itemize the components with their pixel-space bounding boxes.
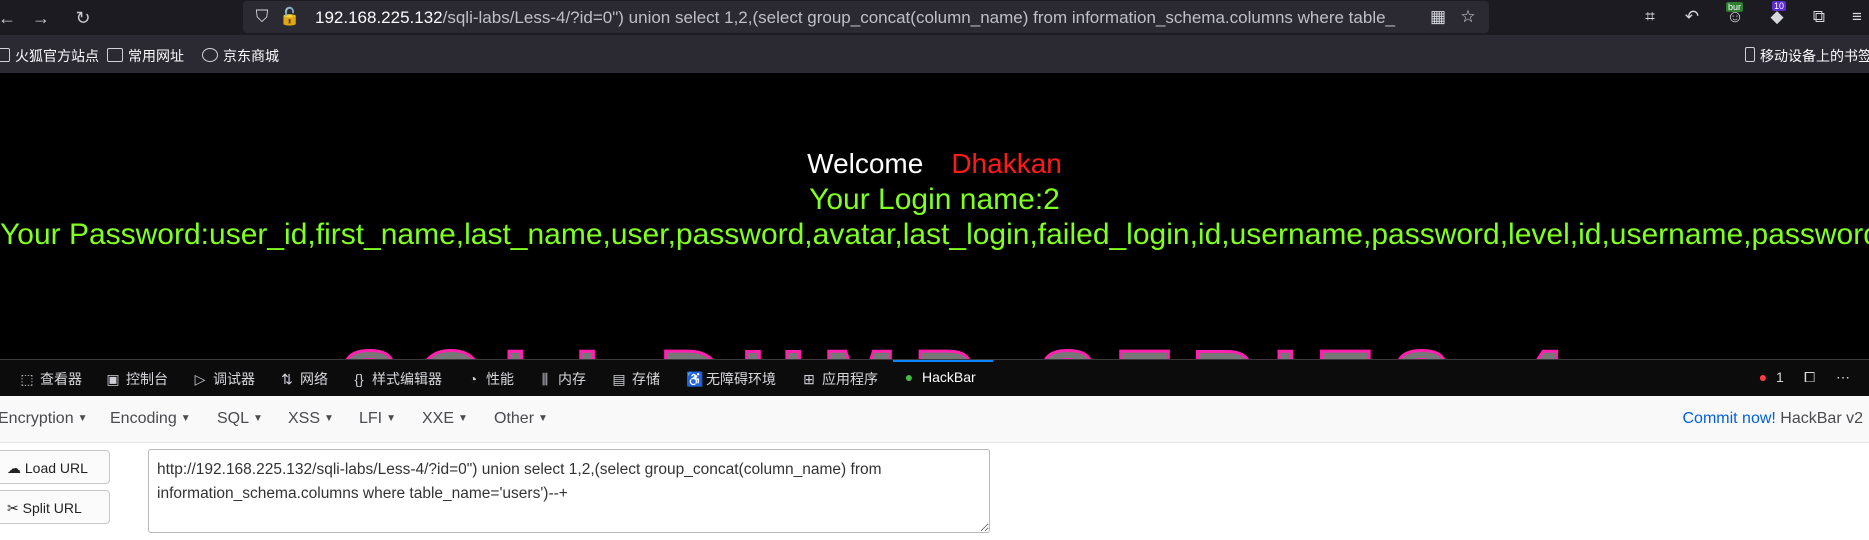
load-url-button[interactable]: ☁ Load URL [0,450,110,484]
chevron-down-icon: ▼ [180,413,191,424]
tab-memory[interactable]: ⫼ 内存 [538,369,586,389]
style-editor-icon: {} [354,371,364,387]
split-url-button[interactable]: ✂ Split URL [0,490,110,524]
error-count[interactable]: ● 1 [1756,369,1784,385]
bookmark-jd[interactable]: 京东商城 [202,46,279,66]
menu-encoding[interactable]: Encoding ▼ [110,410,191,428]
cloud-download-icon: ☁ [7,460,21,476]
menu-xxe[interactable]: XXE ▼ [422,410,468,428]
extension-count-badge: 10 [1772,1,1787,11]
chevron-down-icon: ▼ [253,413,263,424]
chevron-down-icon: ▼ [77,413,88,424]
bookmark-firefox-official[interactable]: 火狐官方站点 [0,46,99,66]
active-tab-indicator [893,360,993,362]
sqli-banner: SQLI DUMB SERIES-4 [338,331,1583,360]
page-content: Welcome Dhakkan Your Login name:2 Your Pa… [0,73,1869,359]
shield-icon[interactable]: ⛉ [251,6,273,28]
menu-lfi[interactable]: LFI ▼ [359,410,396,428]
hackbar-menu: Encryption ▼ Encoding ▼ SQL ▼ XSS ▼ LFI ▼ XXE… [0,396,1869,443]
tab-console[interactable]: ▣ 控制台 [106,369,168,389]
chevron-down-icon: ▼ [324,413,334,424]
tab-performance[interactable]: ◔ 性能 [466,369,514,389]
tab-storage[interactable]: ▤ 存储 [612,369,660,389]
tab-hackbar[interactable]: ● HackBar [902,369,976,385]
crop-icon[interactable]: ⌗ [1639,6,1661,28]
menu-encryption[interactable]: Encryption ▼ [0,410,88,428]
debugger-icon: ▷ [194,371,206,387]
network-icon: ⇅ [281,371,293,387]
tab-accessibility[interactable]: ♿ 无障碍环境 [686,369,776,389]
url-textarea[interactable]: http://192.168.225.132/sqli-labs/Less-4/… [148,449,990,533]
menu-xss[interactable]: XSS ▼ [288,410,334,428]
accessibility-icon: ♿ [686,371,704,387]
browser-toolbar: ← → ↻ ⛉ 🔓 192.168.225.132/sqli-labs/Less… [0,0,1869,35]
more-options-icon[interactable]: ⋯ [1836,369,1850,386]
folder-icon [0,48,10,62]
qr-code-icon[interactable]: ▦ [1427,6,1449,28]
extensions-icon[interactable]: ⧉ [1808,6,1830,28]
devtools-tabbar: ⬚ 查看器 ▣ 控制台 ▷ 调试器 ⇅ 网络 {} 样式编辑器 ◔ 性能 ⫼ 内存 ▤ 存储 ♿… [0,359,1869,396]
tab-debugger[interactable]: ▷ 调试器 [193,369,255,389]
folder-icon [107,48,123,62]
overflow-menu-icon[interactable]: ≡ [1846,6,1868,28]
scissors-icon: ✂ [7,500,19,516]
tab-inspector[interactable]: ⬚ 查看器 [20,369,82,389]
console-icon: ▣ [106,371,120,387]
mobile-bookmarks[interactable]: 移动设备上的书签 [1745,46,1869,66]
responsive-mode-icon[interactable]: ⧠ [1804,369,1815,386]
inspector-icon: ⬚ [20,371,34,387]
address-bar[interactable]: ⛉ 🔓 192.168.225.132/sqli-labs/Less-4/?id… [243,1,1489,33]
burp-extension-icon[interactable]: bur ☺ [1724,2,1746,28]
tab-network[interactable]: ⇅ 网络 [280,369,328,389]
tab-application[interactable]: ⊞ 应用程序 [802,369,878,389]
password-line: Your Password:user_id,first_name,last_na… [0,218,1869,251]
application-icon: ⊞ [803,371,815,387]
globe-icon [202,48,218,62]
bookmark-common-sites[interactable]: 常用网址 [107,46,184,66]
bur-badge: bur [1726,2,1744,12]
bookmark-star-icon[interactable]: ☆ [1457,6,1479,28]
error-icon: ● [1758,369,1768,385]
chevron-down-icon: ▼ [538,413,548,424]
welcome-name: Dhakkan [951,148,1062,179]
reload-icon[interactable]: ↻ [72,7,94,29]
chevron-down-icon: ▼ [458,413,468,424]
bookmarks-bar: 火狐官方站点 常用网址 京东商城 移动设备上的书签 [0,35,1869,73]
mobile-device-icon [1745,47,1755,62]
memory-icon: ⫼ [541,371,549,387]
hackbar-version: HackBar v2 [1780,410,1863,427]
storage-icon: ▤ [612,371,626,387]
welcome-line: Welcome Dhakkan [0,148,1869,180]
forward-icon[interactable]: → [30,7,52,29]
welcome-label: Welcome [807,148,924,179]
commit-link[interactable]: Commit now! HackBar v2 [1682,410,1863,428]
back-icon[interactable]: ← [0,7,18,29]
chevron-down-icon: ▼ [386,413,397,424]
hackbar-body: ☁ Load URL ✂ Split URL http://192.168.22… [0,443,1869,540]
menu-other[interactable]: Other ▼ [494,410,548,428]
menu-sql[interactable]: SQL ▼ [217,410,263,428]
login-name-line: Your Login name:2 [809,183,1060,216]
tab-style-editor[interactable]: {} 样式编辑器 [352,369,442,389]
hackbar-icon: ● [904,369,914,385]
insecure-lock-icon[interactable]: 🔓 [279,6,301,28]
undo-icon[interactable]: ↶ [1681,6,1703,28]
url-text[interactable]: 192.168.225.132/sqli-labs/Less-4/?id=0")… [315,8,1415,28]
extension-badge-icon[interactable]: 10 ◆ [1766,1,1788,28]
performance-icon: ◔ [468,371,478,387]
